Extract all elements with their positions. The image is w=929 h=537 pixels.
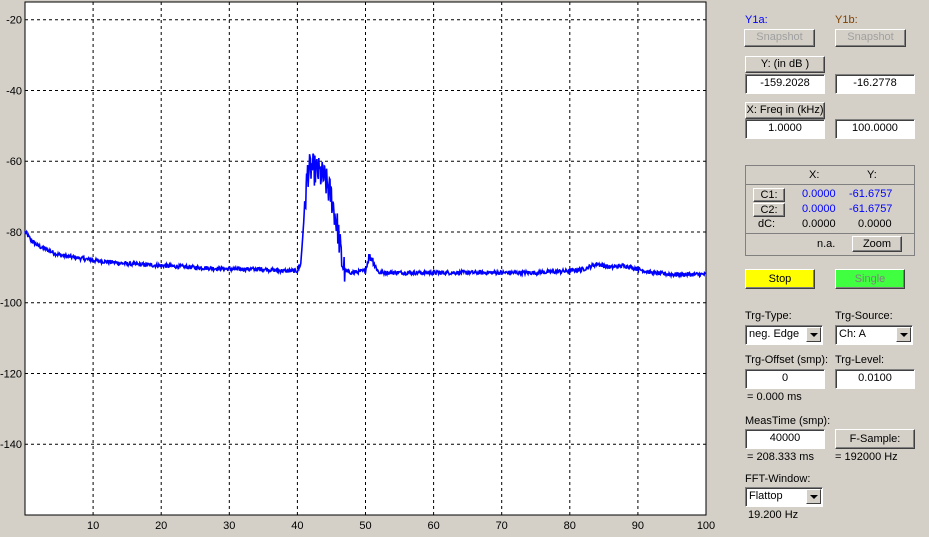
x-max-field[interactable]: 100.0000: [835, 119, 915, 139]
snapshot-b-button[interactable]: Snapshot: [835, 29, 906, 47]
trg-type-value: neg. Edge: [749, 328, 800, 340]
x-tick-label: 50: [359, 520, 371, 532]
stop-button[interactable]: Stop: [745, 269, 815, 289]
plot-area[interactable]: [24, 1, 707, 516]
y-tick-label: -100: [0, 298, 22, 310]
x-tick-label: 20: [155, 520, 167, 532]
trg-offset-ms: = 0.000 ms: [747, 391, 802, 403]
y-max-field[interactable]: -16.2778: [835, 74, 915, 94]
chevron-down-icon[interactable]: [896, 327, 911, 342]
x-tick-label: 60: [427, 520, 439, 532]
trg-offset-field[interactable]: 0: [745, 369, 825, 389]
meastime-field[interactable]: 40000: [745, 429, 825, 449]
dc-label: dC:: [758, 218, 776, 230]
y-tick-label: -80: [6, 227, 22, 239]
x-min-field[interactable]: 1.0000: [745, 119, 825, 139]
trg-source-value: Ch: A: [839, 328, 866, 340]
chevron-down-icon[interactable]: [806, 327, 821, 342]
spectrum-plot[interactable]: -20 -40 -60 -80 -100 -120 -140 10 20 30 40 50 60 70 8…: [0, 0, 730, 537]
c1-y-value: -61.6757: [849, 188, 893, 200]
y-tick-label: -140: [0, 439, 22, 451]
x-tick-label: 90: [632, 520, 644, 532]
cursor-readout-box: X: Y: C1: 0.0000 -61.6757 C2: 0.0000 -61…: [745, 165, 915, 256]
x-tick-label: 30: [223, 520, 235, 532]
fsample-value: = 192000 Hz: [835, 451, 898, 463]
meastime-label: MeasTime (smp):: [745, 415, 831, 427]
cursor-col-x: X:: [809, 169, 820, 181]
trg-offset-label: Trg-Offset (smp):: [745, 354, 829, 366]
x-tick-label: 100: [697, 520, 715, 532]
y1a-label: Y1a:: [745, 14, 768, 26]
fft-window-select[interactable]: Flattop: [745, 487, 823, 507]
fft-window-label: FFT-Window:: [745, 473, 811, 485]
meastime-ms: = 208.333 ms: [747, 451, 814, 463]
trg-source-label: Trg-Source:: [835, 310, 893, 322]
y1b-label: Y1b:: [835, 14, 858, 26]
snapshot-a-button[interactable]: Snapshot: [744, 29, 815, 47]
cursor-box-divider: [746, 184, 914, 185]
y-axis-ticks: -20 -40 -60 -80 -100 -120 -140: [0, 15, 22, 452]
trg-level-field[interactable]: 0.0100: [835, 369, 915, 389]
x-tick-label: 10: [87, 520, 99, 532]
c1-button[interactable]: C1:: [753, 188, 785, 202]
fft-window-value: Flattop: [749, 490, 783, 502]
x-axis-button[interactable]: X: Freq in (kHz): [745, 102, 825, 119]
dc-y-value: 0.0000: [858, 218, 892, 230]
zoom-button[interactable]: Zoom: [852, 236, 902, 252]
single-button[interactable]: Single: [835, 269, 905, 289]
trg-type-label: Trg-Type:: [745, 310, 792, 322]
cursor-col-y: Y:: [867, 169, 877, 181]
x-tick-label: 40: [291, 520, 303, 532]
dc-x-value: 0.0000: [802, 218, 836, 230]
cursor-na-text: n.a.: [817, 238, 836, 250]
trg-level-label: Trg-Level:: [835, 354, 885, 366]
chevron-down-icon[interactable]: [806, 489, 821, 504]
x-tick-label: 70: [496, 520, 508, 532]
fsample-button[interactable]: F-Sample:: [835, 429, 915, 449]
x-tick-label: 80: [564, 520, 576, 532]
y-tick-label: -60: [6, 156, 22, 168]
c1-x-value: 0.0000: [802, 188, 836, 200]
y-tick-label: -40: [6, 85, 22, 97]
cursor-box-divider: [746, 233, 914, 234]
x-axis-ticks: 10 20 30 40 50 60 70 80 90 100: [87, 520, 715, 532]
c2-button[interactable]: C2:: [753, 203, 785, 217]
trg-type-select[interactable]: neg. Edge: [745, 325, 823, 345]
y-tick-label: -120: [0, 368, 22, 380]
y-axis-button[interactable]: Y: (in dB ): [745, 56, 825, 73]
c2-y-value: -61.6757: [849, 203, 893, 215]
trg-source-select[interactable]: Ch: A: [835, 325, 913, 345]
c2-x-value: 0.0000: [802, 203, 836, 215]
fft-resolution: 19.200 Hz: [748, 509, 799, 521]
y-min-field[interactable]: -159.2028: [745, 74, 825, 94]
y-tick-label: -20: [6, 15, 22, 27]
